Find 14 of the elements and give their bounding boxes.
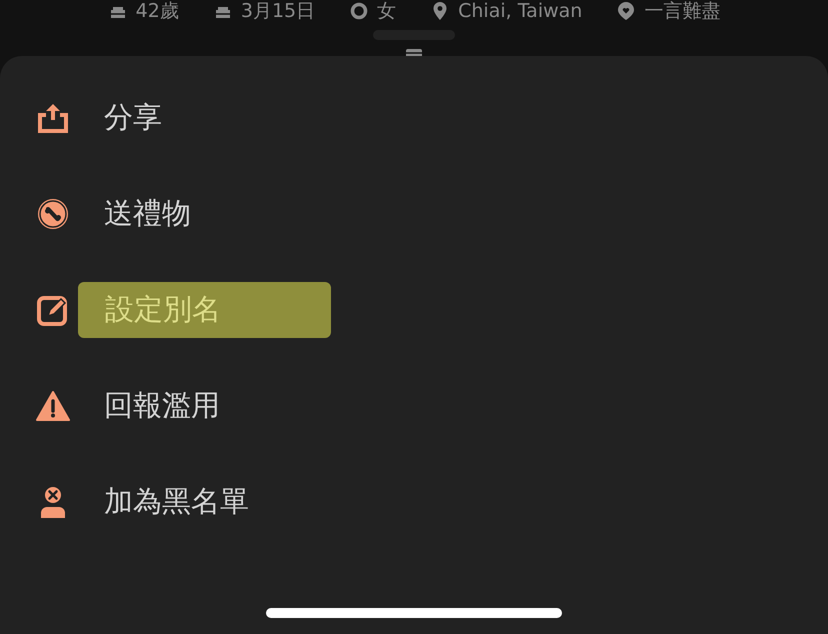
circle-icon (349, 1, 370, 21)
profile-info-text: 女 (377, 0, 396, 22)
edit-icon[interactable] (36, 293, 70, 327)
menu-item[interactable]: 回報濫用 (104, 380, 220, 432)
profile-info-text: Chiai, Taiwan (458, 0, 582, 22)
bone-icon[interactable] (36, 197, 70, 231)
menu-item[interactable]: 加為黑名單 (104, 476, 249, 528)
share-icon[interactable] (36, 101, 70, 135)
warning-icon[interactable] (36, 389, 70, 423)
profile-info-text: 一言難盡 (644, 0, 720, 22)
profile-info-text: 3月15日 (240, 0, 316, 22)
menu-item[interactable]: 分享 (104, 92, 162, 144)
profile-info-text: 42歲 (136, 0, 179, 22)
menu-item[interactable]: 送禮物 (104, 188, 191, 240)
